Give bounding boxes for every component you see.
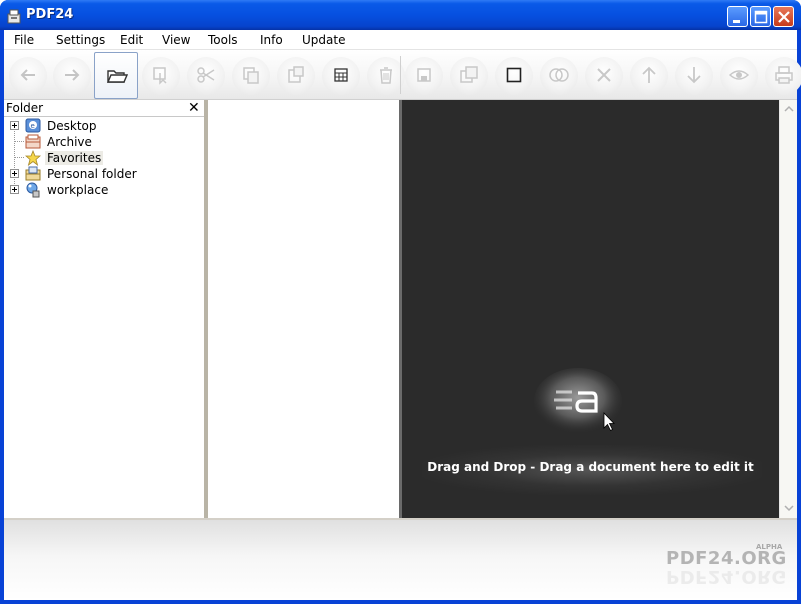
folder-panel-header: Folder ✕ [4,100,206,117]
print-button[interactable] [762,53,801,97]
open-folder-icon [106,70,128,83]
back-icon [20,69,35,81]
back-button[interactable] [6,53,50,97]
minimize-button[interactable] [727,6,748,27]
save-as-icon [460,66,478,83]
select-button[interactable] [139,53,183,97]
folder-panel-title: Folder [6,101,44,115]
menu-file[interactable]: File [14,33,34,47]
archive-icon [25,134,41,149]
title-bar[interactable]: PDF24 [0,0,801,30]
cut-icon [197,67,215,83]
toolbar-separator [400,56,401,94]
minimize-icon [733,20,740,23]
vertical-scrollbar[interactable] [779,100,797,518]
desktop-icon: e [25,118,41,133]
forward-button[interactable] [50,53,94,97]
tree-item-personal-folder[interactable]: Personal folder [4,166,204,182]
move-up-button[interactable] [627,53,671,97]
grid-icon [334,68,348,82]
tree-item-label: Desktop [47,119,97,133]
remove-button[interactable] [582,53,626,97]
tree-connector [14,141,24,142]
cut-button[interactable] [184,53,228,97]
save-icon [417,68,431,82]
drop-instructions: Drag and Drop - Drag a document here to … [427,460,754,474]
pdf24-logo-icon [534,368,622,434]
toolbar [4,50,801,100]
personal-folder-icon [25,166,41,181]
expand-icon[interactable] [10,169,19,178]
client-area: File Settings Edit View Tools Info Updat… [4,30,801,600]
merge-icon [549,68,569,82]
maximize-icon [754,10,768,24]
remove-icon [597,68,611,82]
paste-button[interactable] [274,53,318,97]
workplace-icon [26,182,40,198]
menu-edit[interactable]: Edit [120,33,143,47]
app-window: PDF24 File Settings Edit View Tools Info… [0,0,801,604]
menu-update[interactable]: Update [302,33,345,47]
menu-bar: File Settings Edit View Tools Info Updat… [4,30,797,50]
preview-button[interactable] [717,53,761,97]
menu-tools[interactable]: Tools [208,33,238,47]
folder-panel: Folder ✕ e Desktop Archive Favorites Per… [4,100,206,518]
move-down-button[interactable] [672,53,716,97]
maximize-button[interactable] [750,6,771,27]
open-button[interactable] [94,52,138,99]
tree-item-label: Archive [47,135,92,149]
window-title: PDF24 [26,7,74,22]
svg-text:e: e [31,122,35,130]
tree-item-workplace[interactable]: workplace [4,182,204,198]
square-icon [506,67,522,83]
move-up-icon [642,66,656,83]
move-down-icon [687,67,701,84]
merge-button[interactable] [537,53,581,97]
copy-button[interactable] [229,53,273,97]
tree-item-label: Personal folder [47,167,137,181]
tree-item-favorites[interactable]: Favorites [4,150,204,166]
expand-icon[interactable] [10,121,19,130]
menu-settings[interactable]: Settings [56,33,105,47]
tree-item-label: workplace [47,183,109,197]
grid-button[interactable] [319,53,363,97]
tree-item-label: Favorites [45,151,104,165]
document-drop-area[interactable]: Drag and Drop - Drag a document here to … [402,100,779,518]
save-as-button[interactable] [447,53,491,97]
folder-panel-close-icon[interactable]: ✕ [188,100,200,116]
close-button[interactable] [773,6,794,27]
brand-logo-reflection: PDF24.ORG [666,566,787,587]
forward-icon [65,69,80,81]
preview-icon [729,70,749,80]
bottom-panel: ALPHA PDF24.ORG PDF24.ORG [4,520,797,600]
save-button[interactable] [402,53,446,97]
scroll-down-icon[interactable] [781,500,797,516]
scroll-up-icon[interactable] [781,101,797,117]
print-icon [775,66,793,84]
delete-icon [380,67,392,84]
menu-info[interactable]: Info [260,33,283,47]
close-icon [778,11,790,23]
favorites-star-icon [25,150,41,166]
tree-item-archive[interactable]: Archive [4,134,204,150]
copy-icon [243,67,259,84]
select-icon [153,67,167,85]
tree-item-desktop[interactable]: e Desktop [4,118,204,134]
expand-icon[interactable] [10,185,19,194]
thumbnail-panel[interactable] [208,100,399,518]
tree-connector [14,157,24,158]
menu-view[interactable]: View [162,33,190,47]
app-icon [7,9,21,24]
paste-icon [288,66,304,83]
square-button[interactable] [492,53,536,97]
